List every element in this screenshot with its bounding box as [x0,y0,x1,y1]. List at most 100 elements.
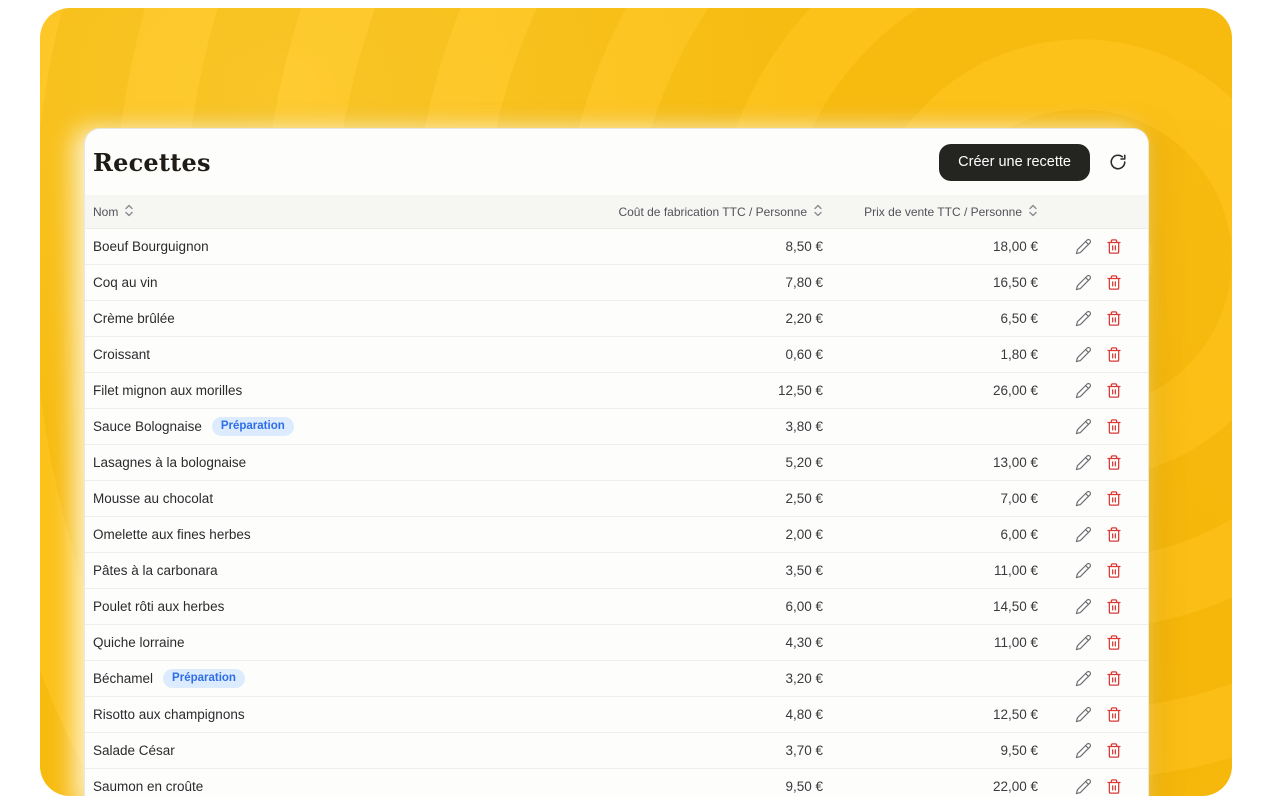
delete-button[interactable] [1106,238,1122,255]
table-row[interactable]: Crème brûlée 2,20 € 6,50 € [85,301,1148,337]
table-row[interactable]: Saumon en croûte 9,50 € 22,00 € [85,769,1148,796]
pencil-icon [1075,310,1092,327]
pencil-icon [1075,634,1092,651]
recipe-name: Pâtes à la carbonara [93,563,218,578]
pencil-icon [1075,418,1092,435]
pencil-icon [1075,706,1092,723]
delete-button[interactable] [1106,382,1122,399]
cost-value: 2,20 € [603,311,823,326]
delete-button[interactable] [1106,562,1122,579]
cost-value: 4,30 € [603,635,823,650]
pencil-icon [1075,274,1092,291]
price-value: 6,00 € [823,527,1038,542]
edit-button[interactable] [1075,742,1092,759]
recipe-name: Mousse au chocolat [93,491,213,506]
trash-icon [1106,346,1122,363]
delete-button[interactable] [1106,346,1122,363]
edit-button[interactable] [1075,778,1092,795]
trash-icon [1106,274,1122,291]
pencil-icon [1075,742,1092,759]
edit-button[interactable] [1075,706,1092,723]
delete-button[interactable] [1106,598,1122,615]
trash-icon [1106,310,1122,327]
table-row[interactable]: Quiche lorraine 4,30 € 11,00 € [85,625,1148,661]
edit-button[interactable] [1075,346,1092,363]
table-row[interactable]: Pâtes à la carbonara 3,50 € 11,00 € [85,553,1148,589]
price-value: 13,00 € [823,455,1038,470]
page-title: Recettes [93,148,211,177]
edit-button[interactable] [1075,418,1092,435]
column-header-prix-vente[interactable]: Prix de vente TTC / Personne [823,204,1038,220]
edit-button[interactable] [1075,670,1092,687]
edit-button[interactable] [1075,310,1092,327]
table-row[interactable]: Filet mignon aux morilles 12,50 € 26,00 … [85,373,1148,409]
cost-value: 5,20 € [603,455,823,470]
column-header-nom[interactable]: Nom [85,204,603,220]
column-header-cout-fabrication[interactable]: Coût de fabrication TTC / Personne [603,204,823,220]
table-row[interactable]: Lasagnes à la bolognaise 5,20 € 13,00 € [85,445,1148,481]
cost-value: 12,50 € [603,383,823,398]
cost-value: 2,50 € [603,491,823,506]
edit-button[interactable] [1075,454,1092,471]
delete-button[interactable] [1106,778,1122,795]
pencil-icon [1075,598,1092,615]
edit-button[interactable] [1075,238,1092,255]
delete-button[interactable] [1106,310,1122,327]
table-row[interactable]: Salade César 3,70 € 9,50 € [85,733,1148,769]
pencil-icon [1075,526,1092,543]
delete-button[interactable] [1106,418,1122,435]
price-value: 12,50 € [823,707,1038,722]
table-row[interactable]: Croissant 0,60 € 1,80 € [85,337,1148,373]
delete-button[interactable] [1106,274,1122,291]
recipe-name: Risotto aux champignons [93,707,245,722]
edit-button[interactable] [1075,382,1092,399]
pencil-icon [1075,778,1092,795]
recipe-name: Quiche lorraine [93,635,185,650]
cost-value: 9,50 € [603,779,823,794]
edit-button[interactable] [1075,274,1092,291]
refresh-button[interactable] [1106,150,1130,174]
pencil-icon [1075,346,1092,363]
delete-button[interactable] [1106,454,1122,471]
pencil-icon [1075,562,1092,579]
table-row[interactable]: Risotto aux champignons 4,80 € 12,50 € [85,697,1148,733]
delete-button[interactable] [1106,706,1122,723]
edit-button[interactable] [1075,490,1092,507]
trash-icon [1106,526,1122,543]
recipes-panel: Recettes Créer une recette Nom [84,128,1149,796]
delete-button[interactable] [1106,742,1122,759]
delete-button[interactable] [1106,634,1122,651]
edit-button[interactable] [1075,634,1092,651]
recipe-name: Poulet rôti aux herbes [93,599,224,614]
price-value: 16,50 € [823,275,1038,290]
pencil-icon [1075,490,1092,507]
cost-value: 3,70 € [603,743,823,758]
table-row[interactable]: Sauce Bolognaise Préparation 3,80 € [85,409,1148,445]
edit-button[interactable] [1075,526,1092,543]
edit-button[interactable] [1075,562,1092,579]
price-value: 18,00 € [823,239,1038,254]
table-row[interactable]: Mousse au chocolat 2,50 € 7,00 € [85,481,1148,517]
table-row[interactable]: Boeuf Bourguignon 8,50 € 18,00 € [85,229,1148,265]
delete-button[interactable] [1106,490,1122,507]
yellow-background-canvas: Recettes Créer une recette Nom [40,8,1232,796]
preparation-badge: Préparation [163,669,245,689]
table-row[interactable]: Poulet rôti aux herbes 6,00 € 14,50 € [85,589,1148,625]
sort-chevrons-icon [813,204,823,220]
create-recipe-button[interactable]: Créer une recette [939,144,1090,181]
trash-icon [1106,598,1122,615]
sort-chevrons-icon [124,204,134,220]
pencil-icon [1075,670,1092,687]
recipe-name: Crème brûlée [93,311,175,326]
table-row[interactable]: Coq au vin 7,80 € 16,50 € [85,265,1148,301]
delete-button[interactable] [1106,526,1122,543]
pencil-icon [1075,238,1092,255]
trash-icon [1106,382,1122,399]
delete-button[interactable] [1106,670,1122,687]
table-row[interactable]: Omelette aux fines herbes 2,00 € 6,00 € [85,517,1148,553]
recipe-name: Filet mignon aux morilles [93,383,242,398]
table-row[interactable]: Béchamel Préparation 3,20 € [85,661,1148,697]
edit-button[interactable] [1075,598,1092,615]
recipe-name: Croissant [93,347,150,362]
trash-icon [1106,490,1122,507]
